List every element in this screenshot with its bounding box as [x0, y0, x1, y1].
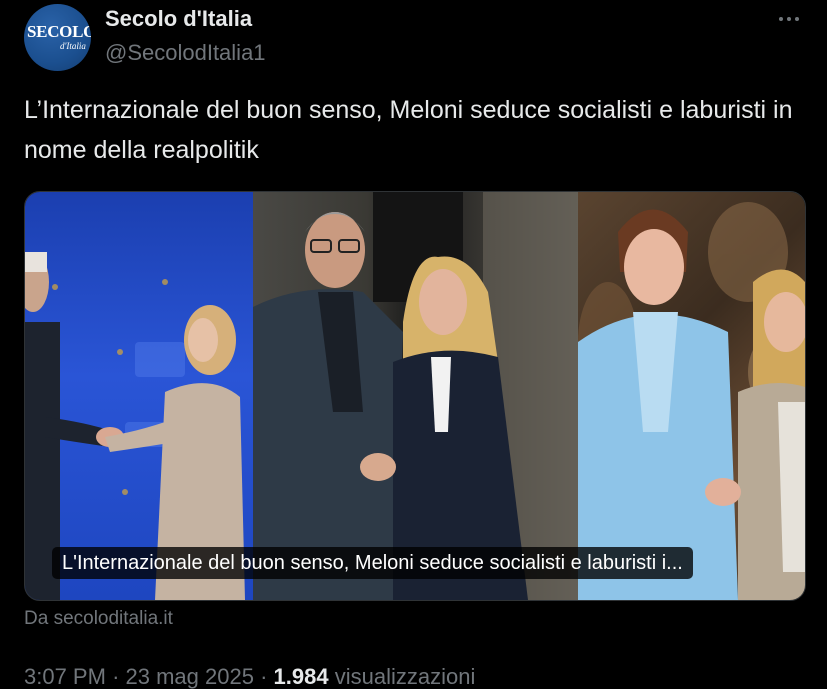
- author-handle[interactable]: @SecolodItalia1: [105, 40, 266, 66]
- card-photo-right: [578, 192, 805, 600]
- card-caption: L'Internazionale del buon senso, Meloni …: [52, 547, 693, 579]
- link-card[interactable]: L'Internazionale del buon senso, Meloni …: [24, 191, 806, 601]
- handshake-scene-image: [253, 192, 578, 600]
- avatar-logo-subtext: d'Italia: [60, 41, 86, 51]
- more-options-button[interactable]: [774, 4, 804, 34]
- views-count: 1.984: [273, 664, 329, 689]
- painting-scene-image: [578, 202, 805, 600]
- tweet-time[interactable]: 3:07 PM: [24, 664, 106, 689]
- card-source[interactable]: Da secoloditalia.it: [24, 608, 173, 630]
- meta-separator: ·: [260, 664, 268, 689]
- summit-scene-image: [25, 252, 245, 600]
- views-label: visualizzazioni: [334, 664, 476, 689]
- meta-separator: ·: [112, 664, 120, 689]
- more-horizontal-icon: [777, 17, 801, 21]
- avatar[interactable]: SECOLO d'Italia: [24, 4, 91, 71]
- card-photo-center: [253, 192, 578, 600]
- tweet-meta: 3:07 PM · 23 mag 2025 · 1.984 visualizza…: [24, 664, 475, 689]
- card-photo-left: [25, 192, 253, 600]
- avatar-logo-text: SECOLO: [27, 22, 91, 41]
- tweet-date[interactable]: 23 mag 2025: [126, 664, 254, 689]
- tweet: SECOLO d'Italia Secolo d'Italia @Secolod…: [0, 0, 827, 689]
- tweet-text: L’Internazionale del buon senso, Meloni …: [24, 96, 793, 164]
- author-name[interactable]: Secolo d'Italia: [105, 6, 252, 32]
